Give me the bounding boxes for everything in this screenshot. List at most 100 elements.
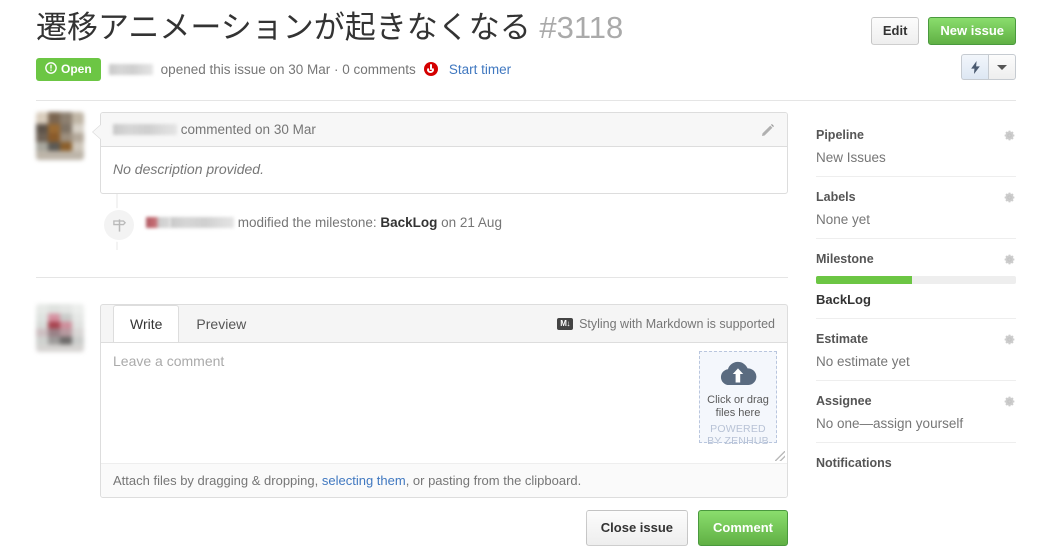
bolt-icon-button[interactable] bbox=[961, 54, 988, 80]
dropzone-line-2: files here bbox=[715, 407, 761, 419]
sidebar-section-header: Labels bbox=[816, 190, 1016, 204]
attach-suffix: , or pasting from the clipboard. bbox=[405, 473, 582, 488]
sidebar-section-header: Notifications bbox=[816, 456, 1016, 470]
header-divider bbox=[36, 100, 1016, 101]
chevron-down-icon bbox=[997, 64, 1007, 70]
gear-icon[interactable] bbox=[1003, 333, 1016, 346]
sidebar-value-labels: None yet bbox=[816, 212, 871, 227]
sidebar-title-estimate: Estimate bbox=[816, 332, 869, 346]
tab-write[interactable]: Write bbox=[113, 305, 180, 343]
milestone-icon bbox=[104, 210, 134, 240]
sidebar-section-header: Assignee bbox=[816, 394, 1016, 408]
sidebar-value-assignee[interactable]: No one—assign yourself bbox=[816, 416, 1016, 431]
cloud-upload-icon bbox=[717, 361, 759, 390]
milestone-progress-bar bbox=[816, 276, 1016, 284]
comment-input[interactable]: Leave a comment bbox=[101, 343, 787, 463]
comment-author-redacted bbox=[113, 124, 177, 135]
comment-block: commented on 30 Mar No description provi… bbox=[36, 112, 788, 194]
zenhub-bolt-group bbox=[961, 54, 1016, 80]
markdown-note: M↓ Styling with Markdown is supported bbox=[557, 317, 775, 331]
sidebar-section-header: Milestone bbox=[816, 252, 1016, 266]
comment-action-text: commented on 30 Mar bbox=[180, 122, 316, 137]
milestone-progress-fill bbox=[816, 276, 912, 284]
comment-form-tabs: Write Preview bbox=[113, 305, 263, 343]
timeline-divider bbox=[36, 277, 788, 278]
sidebar-section-labels: Labels None yet bbox=[816, 176, 1016, 238]
milestone-event-badge bbox=[102, 208, 136, 242]
gear-icon[interactable] bbox=[1003, 253, 1016, 266]
sidebar-value-pipeline: New Issues bbox=[816, 150, 886, 165]
event-text-after: on 21 Aug bbox=[441, 214, 502, 230]
event-milestone-name: BackLog bbox=[380, 214, 438, 230]
sidebar-section-estimate: Estimate No estimate yet bbox=[816, 318, 1016, 380]
sidebar-title-pipeline: Pipeline bbox=[816, 128, 864, 142]
title-row: 遷移アニメーションが起きなくなる #3118 Edit New issue bbox=[36, 8, 1016, 48]
issue-meta: Open opened this issue on 30 Mar · 0 com… bbox=[36, 57, 1016, 81]
header-actions: Edit New issue bbox=[870, 8, 1016, 45]
issue-sidebar: Pipeline New Issues Labels None yet Mile… bbox=[816, 128, 1016, 481]
issue-open-icon bbox=[45, 61, 57, 77]
file-dropzone[interactable]: Click or drag files here POWERED BY ZENH… bbox=[699, 351, 777, 447]
comment-form-area: Write Preview M↓ Styling with Markdown i… bbox=[36, 290, 788, 546]
avatar bbox=[36, 304, 84, 352]
comment-write-area: Leave a comment Click or drag files here… bbox=[100, 342, 788, 498]
issue-timeline: modified the milestone: BackLog on 21 Au… bbox=[36, 194, 788, 250]
markdown-icon: M↓ bbox=[557, 317, 574, 330]
sidebar-section-header: Pipeline bbox=[816, 128, 1016, 142]
dropzone-line-1: Click or drag bbox=[707, 394, 769, 406]
tab-preview[interactable]: Preview bbox=[179, 305, 263, 343]
issue-meta-text: opened this issue on 30 Mar · 0 comments bbox=[160, 61, 416, 77]
comment-bubble: commented on 30 Mar No description provi… bbox=[92, 112, 788, 194]
sidebar-title-milestone: Milestone bbox=[816, 252, 874, 266]
event-text-before: modified the milestone: bbox=[237, 214, 377, 230]
status-badge-label: Open bbox=[61, 62, 92, 76]
gear-icon[interactable] bbox=[1003, 129, 1016, 142]
comment-form-tabnav: Write Preview M↓ Styling with Markdown i… bbox=[100, 304, 788, 343]
event-actor-redacted-b bbox=[170, 216, 234, 228]
comment-button[interactable]: Comment bbox=[698, 510, 788, 546]
comment-header: commented on 30 Mar bbox=[101, 113, 787, 147]
sidebar-title-notifications: Notifications bbox=[816, 456, 892, 470]
sidebar-title-assignee: Assignee bbox=[816, 394, 872, 408]
timeline-event: modified the milestone: BackLog on 21 Au… bbox=[36, 194, 788, 250]
comment-author-line: commented on 30 Mar bbox=[113, 122, 316, 137]
sidebar-section-pipeline: Pipeline New Issues bbox=[816, 128, 1016, 176]
avatar bbox=[36, 112, 84, 160]
sidebar-title-labels: Labels bbox=[816, 190, 856, 204]
event-actor-redacted-a bbox=[146, 216, 170, 228]
gear-icon[interactable] bbox=[1003, 191, 1016, 204]
issue-number: #3118 bbox=[539, 10, 624, 45]
comment-body: No description provided. bbox=[113, 161, 264, 177]
new-comment-block: Write Preview M↓ Styling with Markdown i… bbox=[36, 304, 788, 546]
attach-files-bar: Attach files by dragging & dropping, sel… bbox=[101, 463, 787, 497]
issue-page: 遷移アニメーションが起きなくなる #3118 Edit New issue Op… bbox=[0, 0, 1047, 546]
author-name-redacted bbox=[108, 63, 153, 75]
dropzone-powered-1: POWERED bbox=[710, 423, 766, 435]
attach-prefix: Attach files by dragging & dropping, bbox=[113, 473, 322, 488]
dropzone-powered-2: BY ZENHUB bbox=[707, 435, 769, 447]
sidebar-section-header: Estimate bbox=[816, 332, 1016, 346]
bolt-dropdown-button[interactable] bbox=[988, 54, 1016, 80]
edit-button[interactable]: Edit bbox=[870, 17, 920, 45]
sidebar-section-assignee: Assignee No one—assign yourself bbox=[816, 380, 1016, 442]
select-files-link[interactable]: selecting them bbox=[322, 473, 406, 488]
close-issue-button[interactable]: Close issue bbox=[585, 510, 689, 546]
status-badge: Open bbox=[36, 57, 101, 81]
markdown-note-label: Styling with Markdown is supported bbox=[579, 316, 775, 331]
comment-placeholder: Leave a comment bbox=[113, 353, 225, 369]
issue-main-column: commented on 30 Mar No description provi… bbox=[36, 112, 788, 250]
new-issue-button[interactable]: New issue bbox=[928, 17, 1016, 45]
sidebar-value-milestone[interactable]: BackLog bbox=[816, 292, 1016, 307]
edit-comment-icon[interactable] bbox=[761, 123, 775, 137]
gear-icon[interactable] bbox=[1003, 395, 1016, 408]
issue-header: 遷移アニメーションが起きなくなる #3118 Edit New issue Op… bbox=[36, 8, 1016, 81]
issue-title-text: 遷移アニメーションが起きなくなる bbox=[36, 10, 531, 45]
timeline-event-text: modified the milestone: BackLog on 21 Au… bbox=[146, 215, 502, 230]
sidebar-section-milestone: Milestone BackLog bbox=[816, 238, 1016, 318]
sidebar-value-estimate: No estimate yet bbox=[816, 354, 910, 369]
start-timer-link[interactable]: Start timer bbox=[449, 62, 511, 77]
sidebar-section-notifications: Notifications bbox=[816, 442, 1016, 481]
resize-handle[interactable] bbox=[775, 451, 785, 461]
comment-form: Write Preview M↓ Styling with Markdown i… bbox=[100, 304, 788, 546]
page-title: 遷移アニメーションが起きなくなる #3118 bbox=[36, 8, 623, 48]
